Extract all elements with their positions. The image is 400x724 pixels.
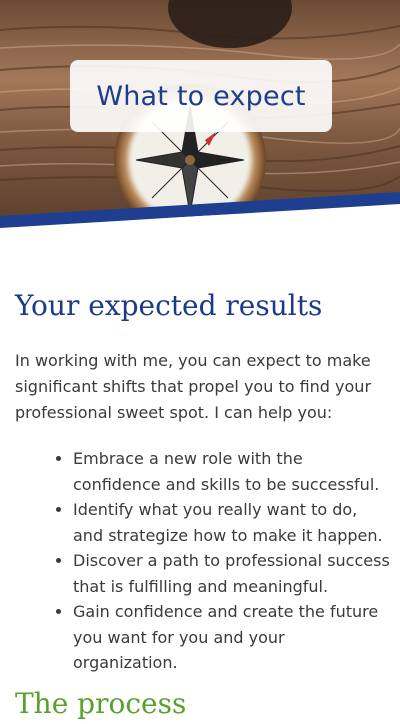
list-item: Identify what you really want to do, and… [73, 497, 390, 548]
hero-title-card: What to expect [70, 60, 332, 132]
list-item: Discover a path to professional success … [73, 548, 390, 599]
section-heading: Your expected results [15, 289, 323, 322]
list-item: Embrace a new role with the confidence a… [73, 446, 390, 497]
list-item: Gain confidence and create the future yo… [73, 599, 390, 676]
results-list: Embrace a new role with the confidence a… [15, 446, 390, 676]
intro-paragraph: In working with me, you can expect to ma… [15, 351, 372, 422]
hero-banner: What to expect [0, 0, 400, 228]
process-heading: The process [15, 687, 187, 720]
hero-title: What to expect [96, 80, 306, 112]
expected-results-section: Your expected results In working with me… [15, 286, 390, 676]
